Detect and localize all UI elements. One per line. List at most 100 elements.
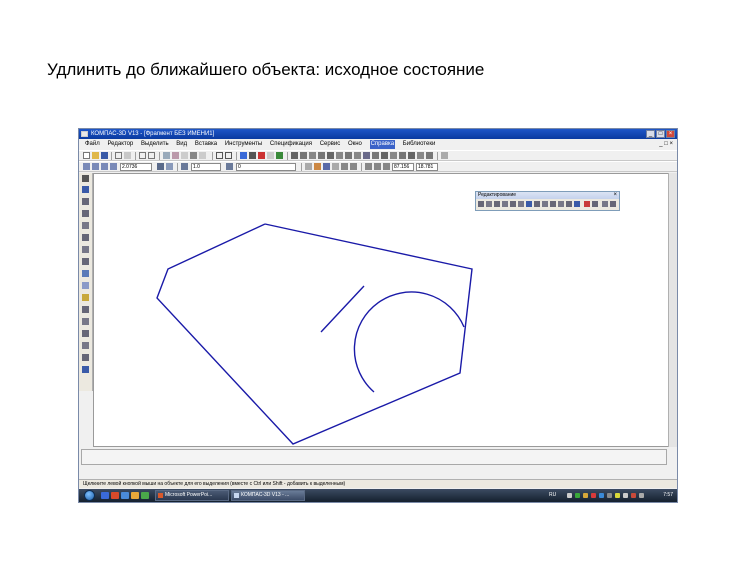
- scale-icon[interactable]: [494, 201, 500, 207]
- macro-tool-icon[interactable]: [82, 366, 89, 373]
- menu-service[interactable]: Сервис: [320, 140, 341, 149]
- offset-icon[interactable]: [566, 201, 572, 207]
- ortho-icon[interactable]: [332, 163, 339, 170]
- round-icon[interactable]: [341, 163, 348, 170]
- quicklaunch-explorer-icon[interactable]: [121, 492, 129, 499]
- save-icon[interactable]: [101, 152, 108, 159]
- clear-area-icon[interactable]: [584, 201, 590, 207]
- zoom-in-icon[interactable]: [92, 163, 99, 170]
- coords-icon[interactable]: [350, 163, 357, 170]
- open-arc[interactable]: [353, 291, 465, 393]
- tray-power-icon[interactable]: [615, 493, 620, 498]
- tray-app-icon[interactable]: [631, 493, 636, 498]
- more-tools-icon[interactable]: [602, 201, 608, 207]
- coord-y-field[interactable]: 18.781: [416, 163, 438, 171]
- rect-icon[interactable]: [372, 152, 379, 159]
- dimension-icon[interactable]: [390, 152, 397, 159]
- chamfer-icon[interactable]: [345, 152, 352, 159]
- short-segment[interactable]: [320, 285, 365, 333]
- extend-icon[interactable]: [542, 201, 548, 207]
- close-button[interactable]: ×: [666, 130, 675, 138]
- tray-misc-icon[interactable]: [639, 493, 644, 498]
- redo-icon[interactable]: [225, 152, 232, 159]
- dimensions-tool-icon[interactable]: [82, 210, 89, 217]
- filter-icon[interactable]: [163, 152, 170, 159]
- panel-options-icon[interactable]: [610, 201, 616, 207]
- quicklaunch-folder-icon[interactable]: [131, 492, 139, 499]
- text-icon[interactable]: [399, 152, 406, 159]
- measure-tool-icon[interactable]: [82, 258, 89, 265]
- manager-icon[interactable]: [240, 152, 247, 159]
- snap-icon[interactable]: [258, 152, 265, 159]
- params-icon[interactable]: [267, 152, 274, 159]
- insert-tool-icon[interactable]: [82, 306, 89, 313]
- cut-icon[interactable]: [139, 152, 146, 159]
- edit-tool-icon[interactable]: [82, 234, 89, 241]
- tray-sound-icon[interactable]: [607, 493, 612, 498]
- axes-icon[interactable]: [374, 163, 381, 170]
- open-icon[interactable]: [92, 152, 99, 159]
- refresh-icon[interactable]: [166, 163, 173, 170]
- tray-security-icon[interactable]: [583, 493, 588, 498]
- deform-icon[interactable]: [518, 201, 524, 207]
- snap-mode-icon[interactable]: [323, 163, 330, 170]
- bend-tool-icon[interactable]: [82, 354, 89, 361]
- taskbar-clock[interactable]: 7:57: [663, 489, 673, 502]
- layers-icon[interactable]: [226, 163, 233, 170]
- fragment-icon[interactable]: [574, 201, 580, 207]
- edit-panel-titlebar[interactable]: Редактирование ×: [476, 192, 619, 199]
- copy-icon[interactable]: [148, 152, 155, 159]
- preview-icon[interactable]: [124, 152, 131, 159]
- menu-specification[interactable]: Спецификация: [270, 140, 312, 149]
- trim-two-points-icon[interactable]: [534, 201, 540, 207]
- split-icon[interactable]: [550, 201, 556, 207]
- edit-panel-close-button[interactable]: ×: [613, 192, 617, 199]
- variables-icon[interactable]: [276, 152, 283, 159]
- line-icon[interactable]: [300, 152, 307, 159]
- circle-icon[interactable]: [318, 152, 325, 159]
- windows-start-icon[interactable]: [84, 490, 95, 501]
- explode-icon[interactable]: [558, 201, 564, 207]
- window-titlebar[interactable]: КОМПАС-3D V13 - [Фрагмент БЕЗ ИМЕНИ1] _ …: [79, 129, 677, 139]
- mdi-controls[interactable]: _ □ ×: [659, 140, 673, 149]
- tray-network-icon[interactable]: [575, 493, 580, 498]
- language-indicator[interactable]: RU: [549, 489, 556, 502]
- pencil-icon[interactable]: [190, 152, 197, 159]
- cursor-icon[interactable]: [365, 163, 372, 170]
- angle-icon[interactable]: [383, 163, 390, 170]
- help-icon[interactable]: [441, 152, 448, 159]
- properties-icon[interactable]: [181, 152, 188, 159]
- property-bar[interactable]: [81, 449, 667, 465]
- menu-window[interactable]: Окно: [348, 140, 362, 149]
- step-icon[interactable]: [181, 163, 188, 170]
- new-doc-icon[interactable]: [83, 152, 90, 159]
- menu-file[interactable]: Файл: [85, 140, 100, 149]
- hatch-icon[interactable]: [381, 152, 388, 159]
- tree-icon[interactable]: [249, 152, 256, 159]
- trim-icon[interactable]: [526, 201, 532, 207]
- triangle-tool-icon[interactable]: [82, 342, 89, 349]
- layer-field[interactable]: 0: [236, 163, 296, 171]
- grid-icon[interactable]: [305, 163, 312, 170]
- print-icon[interactable]: [115, 152, 122, 159]
- menu-libraries[interactable]: Библиотеки: [403, 140, 436, 149]
- vertical-scrollbar[interactable]: [668, 173, 677, 447]
- show-desktop-icon[interactable]: [101, 492, 109, 499]
- menu-view[interactable]: Вид: [176, 140, 187, 149]
- arc-icon[interactable]: [309, 152, 316, 159]
- drawing-canvas[interactable]: [93, 173, 669, 447]
- ellipse-icon[interactable]: [363, 152, 370, 159]
- reports-tool-icon[interactable]: [82, 294, 89, 301]
- zoom-fit-icon[interactable]: [110, 163, 117, 170]
- zoom-scale-field[interactable]: 2.0736: [120, 163, 152, 171]
- move-icon[interactable]: [478, 201, 484, 207]
- select-icon[interactable]: [426, 152, 433, 159]
- curve-icon[interactable]: [327, 152, 334, 159]
- mirror-icon[interactable]: [502, 201, 508, 207]
- zoom-icon[interactable]: [83, 163, 90, 170]
- curve-tool-icon[interactable]: [82, 330, 89, 337]
- menu-help[interactable]: Справка: [369, 140, 396, 149]
- taskbar-button-kompas[interactable]: КОМПАС-3D V13 - ...: [231, 490, 305, 501]
- minimize-button[interactable]: _: [646, 130, 655, 138]
- paste-icon[interactable]: [172, 152, 179, 159]
